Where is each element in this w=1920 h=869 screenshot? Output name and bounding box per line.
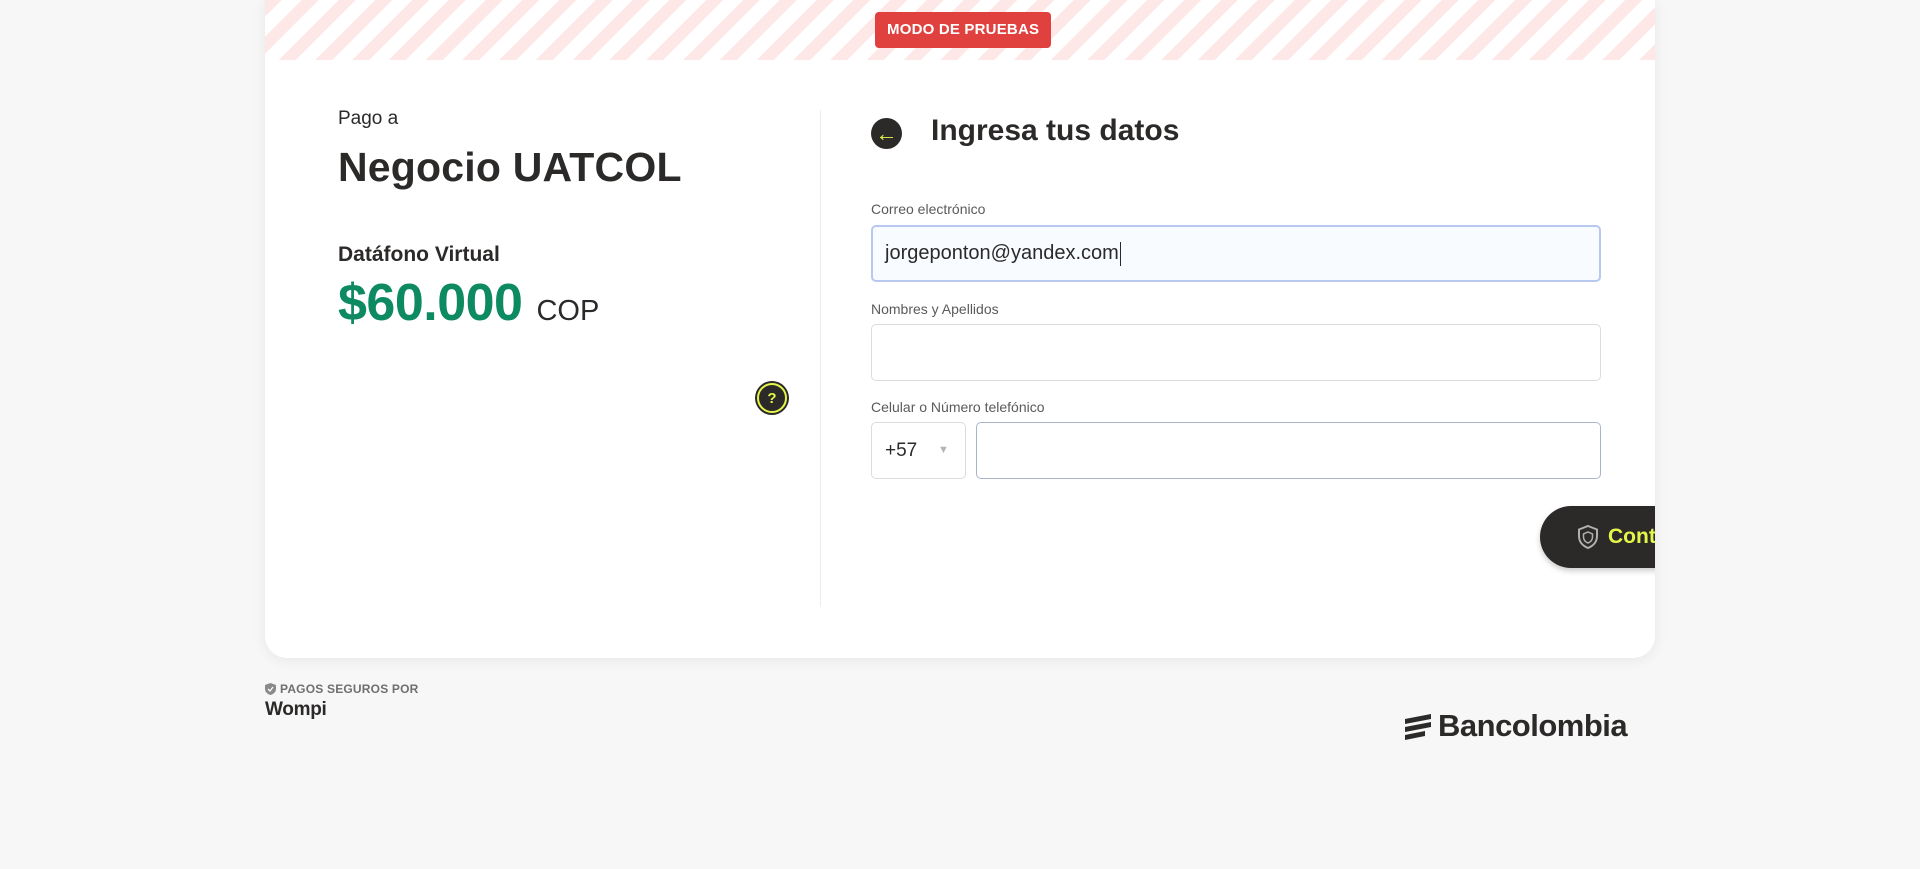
test-mode-banner: MODO DE PRUEBAS — [265, 0, 1655, 60]
currency-label: COP — [536, 295, 600, 327]
column-divider — [820, 110, 821, 607]
test-mode-badge: MODO DE PRUEBAS — [875, 12, 1052, 48]
product-name: Datáfono Virtual — [338, 243, 500, 266]
secure-payments-text: PAGOS SEGUROS POR — [280, 682, 419, 696]
secure-payments-footer: PAGOS SEGUROS POR Wompi — [265, 682, 419, 721]
amount-row: $60.000 COP — [338, 273, 808, 333]
phone-prefix-value: +57 — [885, 440, 918, 461]
form-title: Ingresa tus datos — [931, 114, 1180, 147]
email-label: Correo electrónico — [871, 201, 986, 217]
wompi-logo: Wompi — [265, 699, 327, 720]
phone-input[interactable] — [976, 422, 1601, 479]
chevron-down-icon: ▼ — [938, 444, 949, 456]
back-arrow-icon[interactable]: ← — [871, 118, 902, 149]
shield-icon — [1578, 524, 1598, 550]
pay-to-label: Pago a — [338, 108, 399, 129]
name-label: Nombres y Apellidos — [871, 301, 999, 317]
email-value: jorgeponton@yandex.com — [885, 242, 1119, 264]
email-field[interactable]: jorgeponton@yandex.com — [871, 225, 1601, 282]
amount-value: $60.000 — [338, 274, 523, 332]
bancolombia-wordmark: Bancolombia — [1438, 708, 1628, 743]
bancolombia-logo-icon — [1405, 714, 1431, 740]
text-caret — [1119, 241, 1121, 266]
shield-check-icon — [265, 683, 276, 695]
continue-payment-label: Continuar con tu pago — [1608, 525, 1655, 548]
secure-line: PAGOS SEGUROS POR — [265, 682, 419, 696]
name-field[interactable] — [871, 324, 1601, 381]
bancolombia-logo: Bancolombia — [1403, 708, 1628, 744]
phone-label: Celular o Número telefónico — [871, 399, 1045, 415]
merchant-name: Negocio UATCOL — [338, 144, 682, 190]
help-icon-glyph: ? — [767, 389, 777, 407]
phone-prefix-select[interactable]: +57 ▼ — [871, 422, 966, 479]
continue-payment-button[interactable]: Continuar con tu pago — [1540, 506, 1655, 568]
payment-summary: Pago a Negocio UATCOL Datáfono Virtual $… — [338, 108, 808, 333]
payment-card: MODO DE PRUEBAS Pago a Negocio UATCOL Da… — [265, 0, 1655, 658]
help-icon[interactable]: ? — [757, 383, 787, 413]
